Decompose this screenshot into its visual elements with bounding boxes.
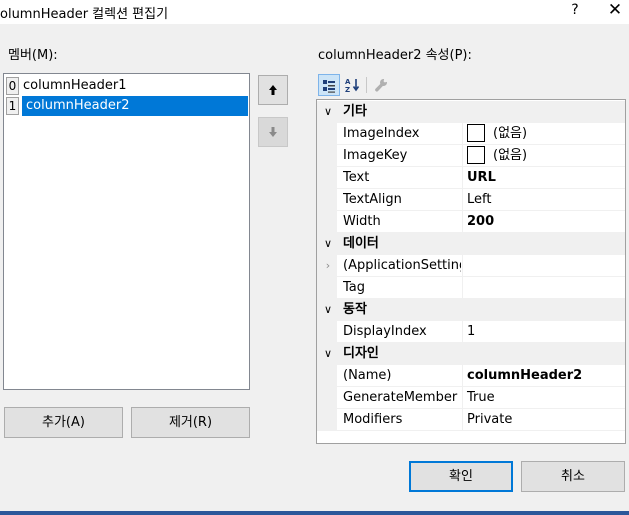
property-name: (Name): [343, 368, 392, 383]
property-value[interactable]: 1: [467, 321, 475, 342]
property-name: Tag: [343, 280, 366, 295]
alphabetical-icon[interactable]: AZ: [342, 74, 364, 96]
property-name: GenerateMember: [343, 390, 458, 405]
member-name: columnHeader1: [23, 78, 127, 93]
close-button[interactable]: ✕: [606, 0, 624, 20]
property-name: Text: [343, 170, 370, 185]
svg-text:A: A: [345, 78, 351, 86]
chevron-down-icon[interactable]: ∨: [321, 299, 335, 321]
category-name: 기타: [343, 104, 367, 119]
property-row-modifiers[interactable]: Modifiers Private: [317, 409, 625, 431]
category-name: 동작: [343, 302, 367, 317]
property-row-imageindex[interactable]: ImageIndex (없음): [317, 123, 625, 145]
property-value[interactable]: columnHeader2: [467, 365, 582, 386]
property-value[interactable]: Left: [467, 189, 491, 210]
property-name: DisplayIndex: [343, 324, 427, 339]
remove-button[interactable]: 제거(R): [131, 407, 250, 438]
help-button[interactable]: ?: [567, 2, 583, 18]
members-listbox[interactable]: 0 columnHeader1 1 columnHeader2: [3, 73, 250, 390]
category-name: 디자인: [343, 346, 379, 361]
property-row-imagekey[interactable]: ImageKey (없음): [317, 145, 625, 167]
property-row-generatemember[interactable]: GenerateMember True: [317, 387, 625, 409]
property-name: (ApplicationSetting: [343, 258, 461, 273]
members-label: 멤버(M):: [8, 48, 58, 63]
categorized-icon[interactable]: [318, 74, 340, 96]
properties-label: columnHeader2 속성(P):: [318, 48, 472, 63]
property-row-displayindex[interactable]: DisplayIndex 1: [317, 321, 625, 343]
property-row-applicationsettings[interactable]: › (ApplicationSetting: [317, 255, 625, 277]
property-name: ImageKey: [343, 148, 408, 163]
property-row-name[interactable]: (Name) columnHeader2: [317, 365, 625, 387]
property-name: Modifiers: [343, 412, 403, 427]
arrow-up-icon: [269, 85, 277, 95]
property-row-textalign[interactable]: TextAlign Left: [317, 189, 625, 211]
window-title: olumnHeader 컬렉션 편집기: [0, 7, 169, 22]
property-grid[interactable]: ∨ 기타 ImageIndex (없음) ImageKey (없음) Text …: [316, 99, 626, 444]
category-name: 데이터: [343, 236, 379, 251]
member-index: 0: [6, 77, 19, 95]
window-bottom-border: [0, 511, 629, 515]
property-name: TextAlign: [343, 192, 402, 207]
property-value[interactable]: 200: [467, 211, 494, 232]
member-item-1[interactable]: 1 columnHeader2: [5, 96, 249, 116]
cancel-button[interactable]: 취소: [521, 461, 625, 492]
move-up-button[interactable]: [258, 75, 288, 105]
add-button[interactable]: 추가(A): [4, 407, 123, 438]
move-down-button[interactable]: [258, 117, 288, 147]
member-index: 1: [6, 97, 19, 115]
property-pages-icon[interactable]: [370, 74, 392, 96]
svg-text:Z: Z: [345, 86, 350, 93]
chevron-down-icon[interactable]: ∨: [321, 343, 335, 365]
property-value[interactable]: Private: [467, 409, 512, 430]
property-value[interactable]: (없음): [467, 145, 527, 166]
category-data[interactable]: ∨ 데이터: [317, 233, 625, 255]
category-design[interactable]: ∨ 디자인: [317, 343, 625, 365]
image-swatch: [467, 145, 485, 164]
chevron-down-icon[interactable]: ∨: [321, 233, 335, 255]
image-swatch: [467, 123, 485, 142]
ok-button[interactable]: 확인: [409, 461, 513, 492]
property-row-width[interactable]: Width 200: [317, 211, 625, 233]
property-value[interactable]: True: [467, 387, 495, 408]
property-row-text[interactable]: Text URL: [317, 167, 625, 189]
property-row-tag[interactable]: Tag: [317, 277, 625, 299]
category-misc[interactable]: ∨ 기타: [317, 101, 625, 123]
arrow-down-icon: [269, 127, 277, 137]
category-behavior[interactable]: ∨ 동작: [317, 299, 625, 321]
property-name: ImageIndex: [343, 126, 420, 141]
member-item-0[interactable]: 0 columnHeader1: [5, 76, 249, 96]
property-value[interactable]: (없음): [467, 123, 527, 144]
member-name: columnHeader2: [22, 96, 248, 116]
toolbar-separator: [366, 77, 367, 93]
property-name: Width: [343, 214, 381, 229]
chevron-down-icon[interactable]: ∨: [321, 101, 335, 123]
chevron-right-icon[interactable]: ›: [321, 255, 335, 277]
property-value[interactable]: URL: [467, 167, 496, 188]
